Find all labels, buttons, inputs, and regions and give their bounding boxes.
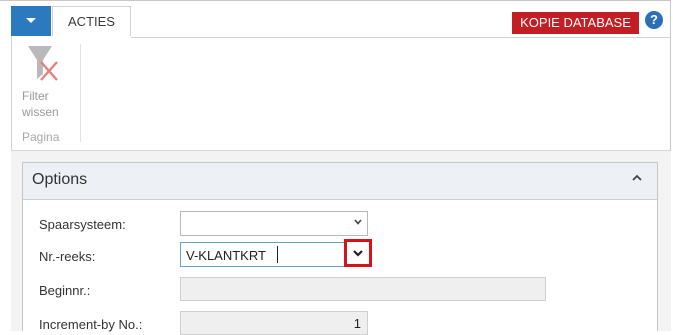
text-cursor bbox=[277, 246, 278, 263]
ribbon-panel bbox=[11, 36, 672, 150]
options-header[interactable]: Options bbox=[23, 163, 657, 200]
nr-reeks-input[interactable]: V-KLANTKRT bbox=[180, 242, 350, 267]
field-label-nr-reeks: Nr.-reeks: bbox=[39, 249, 96, 264]
nr-reeks-dropdown-button[interactable] bbox=[344, 239, 372, 267]
increment-by-no-field[interactable]: 1 bbox=[180, 311, 368, 335]
environment-badge: KOPIE DATABASE bbox=[512, 12, 639, 34]
ribbon-group-divider bbox=[80, 44, 81, 142]
options-title: Options bbox=[32, 171, 88, 188]
clear-filter-label-line2: wissen bbox=[22, 105, 59, 119]
help-icon[interactable]: ? bbox=[645, 11, 663, 29]
options-fasttab: Options Spaarsysteem: Nr.-reeks: V-KLANT… bbox=[22, 162, 658, 335]
chevron-down-icon bbox=[353, 250, 363, 257]
beginnr-field[interactable] bbox=[180, 277, 546, 301]
ribbon-tab-strip: ACTIES KOPIE DATABASE ? bbox=[0, 2, 673, 38]
clear-filter-label-line1: Filter bbox=[22, 89, 49, 103]
collapse-icon[interactable] bbox=[632, 173, 642, 185]
field-label-spaarsysteem: Spaarsysteem: bbox=[39, 217, 126, 232]
clear-filter-icon[interactable] bbox=[27, 44, 63, 89]
chevron-down-icon bbox=[26, 18, 36, 23]
nr-reeks-value: V-KLANTKRT bbox=[186, 248, 266, 263]
chevron-down-icon bbox=[354, 219, 362, 225]
spaarsysteem-select[interactable] bbox=[180, 211, 368, 236]
increment-by-no-value: 1 bbox=[353, 316, 361, 331]
application-menu-button[interactable] bbox=[11, 6, 51, 36]
field-label-beginnr: Beginnr.: bbox=[39, 283, 91, 298]
field-label-increment-by-no: Increment-by No.: bbox=[39, 317, 143, 332]
tab-acties[interactable]: ACTIES bbox=[52, 6, 131, 36]
ribbon-group-label: Pagina bbox=[22, 130, 60, 144]
clear-filter-button[interactable]: Filter wissen bbox=[22, 88, 72, 120]
